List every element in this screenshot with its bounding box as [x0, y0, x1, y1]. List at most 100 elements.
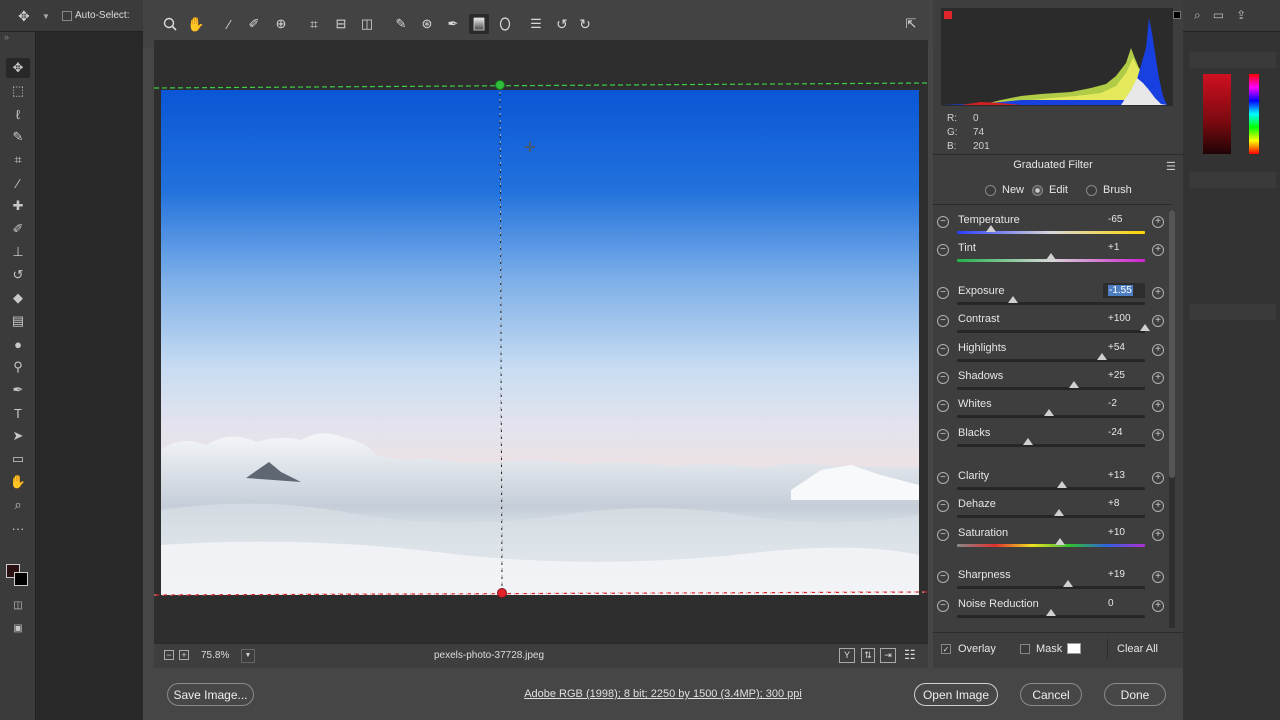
red-pin-handle[interactable] — [497, 588, 507, 598]
quick-mask-icon[interactable]: ◫ — [6, 595, 30, 615]
increase-icon[interactable]: + — [1152, 472, 1164, 484]
slider-thumb[interactable] — [1096, 353, 1107, 360]
more-tools-icon[interactable]: ··· — [6, 518, 30, 538]
slider-thumb[interactable] — [1053, 509, 1064, 516]
targeted-adjustment-tool-icon[interactable]: ⊕ — [271, 14, 291, 34]
increase-icon[interactable]: + — [1152, 315, 1164, 327]
overlay-checkbox[interactable]: ✓ — [941, 644, 951, 654]
panel-menu-icon[interactable]: ☰ — [1166, 160, 1176, 173]
cancel-button[interactable]: Cancel — [1020, 683, 1082, 706]
type-tool-icon[interactable]: T — [6, 403, 30, 423]
increase-icon[interactable]: + — [1152, 287, 1164, 299]
increase-icon[interactable]: + — [1152, 344, 1164, 356]
panel-scrollbar[interactable] — [1169, 210, 1175, 628]
increase-icon[interactable]: + — [1152, 372, 1164, 384]
graduated-filter-icon[interactable] — [469, 14, 489, 34]
decrease-icon[interactable]: − — [937, 216, 949, 228]
workspace-icon[interactable]: ▭ — [1213, 8, 1224, 24]
straighten-tool-icon[interactable]: ⊟ — [331, 14, 351, 34]
brush-tool-icon[interactable]: ✐ — [6, 219, 30, 239]
quick-selection-icon[interactable]: ✎ — [6, 127, 30, 147]
crop-tool-icon[interactable]: ⌗ — [6, 150, 30, 170]
slider-track[interactable] — [957, 296, 1145, 305]
slider-value-field[interactable]: +54 — [1103, 340, 1145, 355]
slider-value-field[interactable]: 0 — [1103, 596, 1145, 611]
swap-settings-icon[interactable]: ⇅ — [861, 648, 875, 663]
zoom-in-icon[interactable]: + — [179, 650, 189, 660]
share-icon[interactable]: ⇪ — [1236, 8, 1246, 24]
slider-thumb[interactable] — [1057, 481, 1068, 488]
open-image-button[interactable]: Open Image — [914, 683, 998, 706]
slider-thumb[interactable] — [1023, 438, 1034, 445]
pen-tool-icon[interactable]: ✒ — [6, 380, 30, 400]
mask-checkbox[interactable] — [1020, 644, 1030, 654]
slider-track[interactable] — [957, 438, 1145, 447]
gradient-tool-icon[interactable]: ▤ — [6, 311, 30, 331]
slider-thumb[interactable] — [985, 225, 996, 232]
transform-tool-icon[interactable]: ◫ — [357, 14, 377, 34]
decrease-icon[interactable]: − — [937, 315, 949, 327]
slider-value-field[interactable]: +19 — [1103, 567, 1145, 582]
slider-value-field[interactable]: +13 — [1103, 468, 1145, 483]
hand-tool-icon[interactable]: ✋ — [6, 472, 30, 492]
color-sampler-tool-icon[interactable]: ✐ — [244, 14, 264, 34]
spot-removal-tool-icon[interactable]: ✎ — [391, 14, 411, 34]
screen-mode-icon[interactable]: ▣ — [6, 618, 30, 638]
increase-icon[interactable]: + — [1152, 529, 1164, 541]
slider-value-field[interactable]: +25 — [1103, 368, 1145, 383]
zoom-out-icon[interactable]: − — [164, 650, 174, 660]
zoom-dropdown-icon[interactable]: ▼ — [241, 649, 255, 663]
slider-track[interactable] — [957, 225, 1145, 234]
hand-tool-icon[interactable]: ✋ — [186, 14, 206, 34]
preferences-icon[interactable]: ☰ — [526, 14, 546, 34]
healing-brush-icon[interactable]: ✚ — [6, 196, 30, 216]
slider-value-field[interactable]: +100 — [1103, 311, 1145, 326]
slider-track[interactable] — [957, 353, 1145, 362]
collapse-icon[interactable]: » — [4, 32, 9, 42]
path-selection-icon[interactable]: ➤ — [6, 426, 30, 446]
decrease-icon[interactable]: − — [937, 529, 949, 541]
slider-thumb[interactable] — [1044, 409, 1055, 416]
search-icon[interactable]: ⌕ — [1194, 8, 1201, 24]
green-pin-handle[interactable] — [495, 80, 505, 90]
slider-thumb[interactable] — [1062, 580, 1073, 587]
slider-thumb[interactable] — [1055, 538, 1066, 545]
history-brush-icon[interactable]: ↺ — [6, 265, 30, 285]
preview-preferences-icon[interactable]: ☷ — [904, 647, 916, 663]
slider-value-field[interactable]: -65 — [1103, 212, 1145, 227]
slider-track[interactable] — [957, 381, 1145, 390]
mask-color-swatch[interactable] — [1067, 643, 1081, 654]
slider-thumb[interactable] — [1046, 609, 1056, 616]
eyedropper-icon[interactable]: ⁄ — [6, 173, 30, 193]
graduated-filter-overlay[interactable] — [154, 40, 928, 643]
mode-new[interactable]: New — [985, 184, 1024, 196]
increase-icon[interactable]: + — [1152, 571, 1164, 583]
chevron-down-icon[interactable]: ▼ — [42, 12, 50, 21]
decrease-icon[interactable]: − — [937, 344, 949, 356]
slider-value-field[interactable]: -1.55 — [1103, 283, 1145, 298]
lasso-tool-icon[interactable]: ℓ — [6, 104, 30, 124]
mode-brush[interactable]: Brush — [1086, 184, 1132, 196]
adjustment-brush-icon[interactable]: ✒ — [443, 14, 463, 34]
increase-icon[interactable]: + — [1152, 429, 1164, 441]
radio-selected-icon[interactable] — [1032, 184, 1043, 196]
increase-icon[interactable]: + — [1152, 216, 1164, 228]
image-canvas[interactable]: ✛ — [154, 40, 928, 643]
decrease-icon[interactable]: − — [937, 600, 949, 612]
eraser-icon[interactable]: ◆ — [6, 288, 30, 308]
slider-value-field[interactable]: +1 — [1103, 240, 1145, 255]
red-eye-removal-icon[interactable]: ⊛ — [417, 14, 437, 34]
slider-track[interactable] — [957, 538, 1145, 547]
decrease-icon[interactable]: − — [937, 429, 949, 441]
slider-thumb[interactable] — [1046, 253, 1056, 260]
done-button[interactable]: Done — [1104, 683, 1166, 706]
slider-track[interactable] — [957, 324, 1150, 333]
increase-icon[interactable]: + — [1152, 600, 1164, 612]
background-color-swatch[interactable] — [14, 572, 28, 586]
slider-track[interactable] — [957, 509, 1145, 518]
increase-icon[interactable]: + — [1152, 400, 1164, 412]
slider-track[interactable] — [957, 580, 1145, 589]
zoom-tool-icon[interactable] — [160, 14, 180, 34]
rotate-right-icon[interactable]: ↻ — [575, 14, 595, 34]
slider-value-field[interactable]: +8 — [1103, 496, 1145, 511]
